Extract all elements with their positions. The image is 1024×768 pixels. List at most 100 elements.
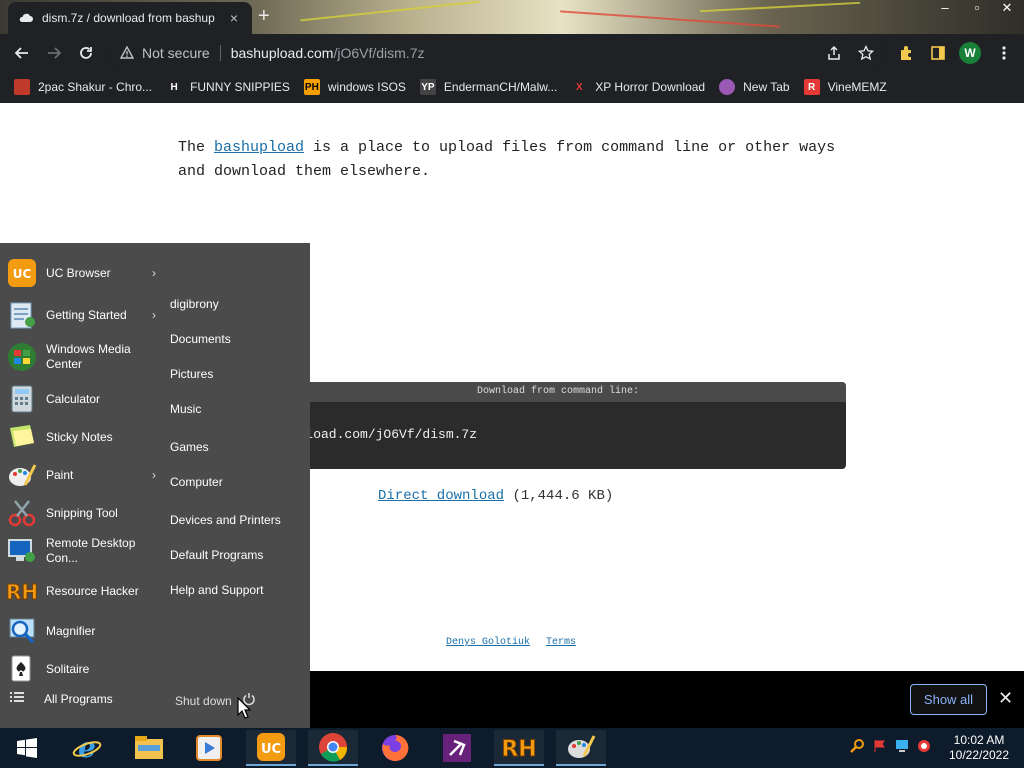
flag-tray-icon[interactable] [872, 738, 888, 757]
show-all-button[interactable]: Show all [910, 684, 987, 715]
all-programs-label: All Programs [44, 691, 113, 706]
taskbar: e UC RH 10:02 AM 10/22/2022 [0, 728, 1024, 768]
back-icon[interactable] [10, 41, 34, 65]
bookmark-item[interactable]: New Tab [719, 79, 790, 95]
bashupload-link[interactable]: bashupload [214, 139, 304, 156]
shut-down-label: Shut down [175, 693, 232, 708]
bookmark-item[interactable]: R VineMEMZ [803, 79, 887, 95]
tab-strip: dism.7z / download from bashup × + – ▫ ✕ [0, 0, 1024, 34]
bookmark-item[interactable]: H FUNNY SNIPPIES [166, 79, 290, 95]
direct-download-link[interactable]: Direct download [378, 488, 504, 504]
address-bar[interactable]: Not secure bashupload.com /jO6Vf/dism.7z [108, 38, 886, 67]
start-menu-place-computer[interactable]: Computer [170, 475, 223, 489]
side-panel-icon[interactable] [926, 41, 950, 65]
magnifier-icon [6, 615, 38, 647]
x-icon: X [575, 81, 583, 93]
start-menu-item[interactable]: Snipping Tool [6, 495, 156, 531]
shelf-close-icon[interactable]: ✕ [998, 689, 1013, 707]
all-programs-button[interactable]: All Programs [10, 691, 113, 706]
direct-download-row: Direct download (1,444.6 KB) [378, 488, 613, 504]
calculator-icon [6, 383, 38, 415]
start-menu-place-pictures[interactable]: Pictures [170, 367, 213, 381]
start-menu-place-games[interactable]: Games [170, 440, 209, 454]
list-icon [10, 691, 24, 706]
maximize-icon[interactable]: ▫ [962, 0, 992, 18]
svg-text:UC: UC [261, 742, 281, 757]
paint-taskbar-icon[interactable] [556, 730, 606, 766]
bookmark-item[interactable]: PH windows ISOS [303, 79, 406, 95]
start-menu-item[interactable]: RH Resource Hacker [6, 573, 156, 609]
internet-explorer-icon[interactable]: e [62, 730, 112, 766]
start-menu-item[interactable]: Paint › [6, 457, 156, 493]
remote-desktop-icon [6, 535, 38, 567]
search-tray-icon[interactable] [850, 738, 866, 757]
media-player-icon[interactable] [184, 730, 234, 766]
profile-avatar[interactable]: W [959, 42, 981, 64]
new-tab-button[interactable]: + [258, 6, 270, 26]
clock-date: 10/22/2022 [948, 748, 1010, 762]
submenu-arrow-icon[interactable]: › [152, 308, 156, 322]
resource-hacker-taskbar-icon[interactable]: RH [494, 730, 544, 766]
command-box-header: Download from command line: [270, 382, 846, 402]
bookmark-item[interactable]: 2pac Shakur - Chro... [14, 79, 152, 95]
start-menu: UC UC Browser › Getting Started › Windows Med… [0, 243, 310, 728]
visual-studio-icon[interactable] [432, 730, 482, 766]
bookmark-item[interactable]: X XP Horror Download [571, 79, 705, 95]
forward-icon[interactable] [42, 41, 66, 65]
tab-close-icon[interactable]: × [226, 10, 242, 26]
not-secure-label[interactable]: Not secure [142, 45, 210, 61]
terms-link[interactable]: Terms [546, 637, 576, 648]
more-menu-icon[interactable] [992, 41, 1016, 65]
start-icon[interactable] [2, 730, 52, 766]
start-menu-item[interactable]: Remote Desktop Con... [6, 533, 156, 569]
svg-text:UC: UC [13, 267, 32, 281]
ph-icon: PH [303, 79, 320, 95]
start-menu-item[interactable]: Solitaire [6, 651, 156, 687]
intro-before: The [178, 139, 215, 156]
file-explorer-icon[interactable] [124, 730, 174, 766]
volume-tray-icon[interactable] [916, 738, 932, 757]
author-link[interactable]: Denys Golotiuk [446, 637, 530, 648]
bookmark-label: FUNNY SNIPPIES [190, 80, 290, 94]
start-menu-item[interactable]: UC UC Browser › [6, 255, 156, 291]
yp-icon: YP [419, 79, 436, 95]
taskbar-clock[interactable]: 10:02 AM 10/22/2022 [945, 733, 1013, 763]
firefox-icon[interactable] [370, 730, 420, 766]
bookmark-label: 2pac Shakur - Chro... [38, 80, 153, 94]
bookmark-star-icon[interactable] [854, 41, 878, 65]
start-menu-item-label: Sticky Notes [46, 429, 113, 444]
uc-browser-taskbar-icon[interactable]: UC [246, 730, 296, 766]
start-menu-place-help-and-support[interactable]: Help and Support [170, 583, 263, 597]
warning-icon[interactable] [120, 46, 134, 59]
start-menu-place-devices-and-printers[interactable]: Devices and Printers [170, 513, 281, 527]
start-menu-place-digibrony[interactable]: digibrony [170, 297, 219, 311]
svg-text:e: e [78, 733, 96, 763]
start-menu-item[interactable]: Calculator [6, 381, 156, 417]
submenu-arrow-icon[interactable]: › [152, 468, 156, 482]
start-menu-item[interactable]: Windows Media Center [6, 339, 156, 375]
share-icon[interactable] [822, 41, 846, 65]
start-menu-item-label: Calculator [46, 391, 101, 406]
minimize-icon[interactable]: – [930, 0, 960, 18]
command-text[interactable]: hupload.com/jO6Vf/dism.7z [282, 427, 477, 442]
start-menu-place-default-programs[interactable]: Default Programs [170, 548, 263, 562]
start-menu-place-documents[interactable]: Documents [170, 332, 231, 346]
bookmark-item[interactable]: YP EndermanCH/Malw... [419, 79, 557, 95]
bookmark-label: New Tab [743, 80, 790, 94]
chrome-icon[interactable] [308, 730, 358, 766]
start-menu-item[interactable]: Sticky Notes [6, 419, 156, 455]
window-close-icon[interactable]: ✕ [992, 0, 1022, 18]
start-menu-item[interactable]: Getting Started › [6, 297, 156, 333]
start-menu-item-label: Solitaire [46, 661, 90, 676]
reload-icon[interactable] [74, 41, 98, 65]
extensions-icon[interactable] [894, 41, 918, 65]
network-tray-icon[interactable] [894, 738, 910, 757]
start-menu-item[interactable]: Magnifier [6, 613, 156, 649]
submenu-arrow-icon[interactable]: › [152, 266, 156, 280]
uc-browser-icon: UC [6, 257, 38, 289]
start-menu-place-music[interactable]: Music [170, 402, 201, 416]
browser-toolbar: Not secure bashupload.com /jO6Vf/dism.7z [0, 34, 1024, 71]
resource-hacker-icon: RH [6, 575, 38, 607]
page-footer: Denys Golotiuk Terms [446, 637, 592, 648]
browser-tab-active[interactable]: dism.7z / download from bashup × [8, 2, 252, 34]
